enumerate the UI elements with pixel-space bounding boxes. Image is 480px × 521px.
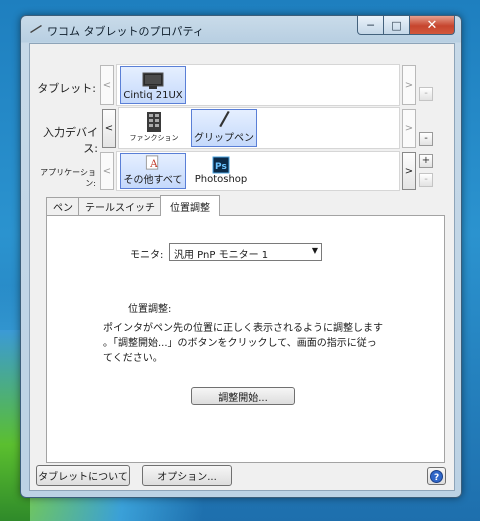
- close-button[interactable]: ✕: [410, 16, 455, 35]
- input-device-remove-button[interactable]: -: [419, 132, 433, 146]
- instruction-line: てください。: [103, 353, 163, 364]
- all-apps-icon: A: [145, 155, 159, 170]
- start-calibration-button[interactable]: 調整開始...: [191, 387, 295, 405]
- photoshop-icon: Ps: [212, 156, 230, 174]
- input-device-next-button[interactable]: >: [402, 109, 416, 148]
- application-strip: A その他すべて Ps Photoshop: [116, 151, 400, 191]
- input-device-prev-button[interactable]: <: [102, 109, 116, 148]
- minimize-icon: ─: [367, 18, 374, 32]
- tab-label: テールスイッチ: [85, 203, 155, 214]
- tablet-remove-button[interactable]: -: [419, 87, 433, 101]
- instruction-line: 。「調整開始...」のボタンをクリックして、画面の指示に従っ: [103, 338, 377, 349]
- svg-text:Ps: Ps: [215, 162, 227, 172]
- monitor-label: モニタ:: [130, 250, 164, 261]
- application-item-photoshop[interactable]: Ps Photoshop: [189, 153, 253, 187]
- chevron-down-icon: ▼: [311, 246, 318, 255]
- chevron-right-icon: >: [404, 123, 414, 134]
- tab-calibration[interactable]: 位置調整: [160, 195, 220, 216]
- tablet-prev-button[interactable]: <: [100, 65, 114, 105]
- maximize-button[interactable]: □: [384, 16, 410, 35]
- input-device-item-label: ファンクション: [129, 134, 179, 142]
- input-device-item-function[interactable]: ファンクション: [122, 109, 186, 145]
- application-remove-button[interactable]: -: [419, 173, 433, 187]
- chevron-left-icon: <: [104, 123, 114, 134]
- pen-icon: [219, 110, 230, 128]
- tablet-item-cintiq[interactable]: Cintiq 21UX: [120, 66, 186, 104]
- tablet-next-button[interactable]: >: [402, 65, 416, 105]
- minus-icon: -: [424, 174, 428, 185]
- chevron-right-icon: >: [404, 165, 414, 177]
- application-add-button[interactable]: +: [419, 154, 433, 168]
- maximize-icon: □: [391, 18, 402, 32]
- title-bar[interactable]: ワコム タブレットのプロパティ ─ □ ✕: [21, 16, 461, 42]
- application-item-label: その他すべて: [123, 175, 183, 186]
- svg-text:?: ?: [434, 473, 439, 483]
- calibration-instructions: ポインタがペン先の位置に正しく表示されるように調整します 。「調整開始...」の…: [103, 321, 403, 366]
- application-label: アプリケーション:: [40, 168, 96, 188]
- tab-label: ペン: [53, 203, 73, 214]
- about-tablet-button[interactable]: タブレットについて: [36, 465, 130, 486]
- function-keys-icon: [147, 112, 161, 132]
- application-prev-button[interactable]: <: [100, 152, 114, 190]
- minimize-button[interactable]: ─: [357, 16, 384, 35]
- tablet-monitor-icon: [142, 72, 164, 89]
- tab-label: 位置調整: [170, 202, 210, 214]
- tab-tail-switch[interactable]: テールスイッチ: [78, 197, 162, 215]
- help-button[interactable]: ?: [427, 467, 446, 485]
- input-device-item-label: グリップペン: [194, 133, 254, 144]
- input-device-item-grip-pen[interactable]: グリップペン: [191, 109, 257, 147]
- options-button[interactable]: オプション...: [142, 465, 232, 486]
- application-item-all-others[interactable]: A その他すべて: [120, 153, 186, 189]
- monitor-select[interactable]: 汎用 PnP モニター 1 ▼: [169, 243, 322, 261]
- chevron-left-icon: <: [102, 165, 112, 177]
- minus-icon: -: [424, 88, 428, 99]
- application-item-label: Photoshop: [194, 174, 248, 185]
- start-calibration-label: 調整開始...: [218, 392, 268, 404]
- options-label: オプション...: [157, 472, 217, 483]
- chevron-left-icon: <: [102, 79, 112, 91]
- svg-text:A: A: [149, 158, 158, 170]
- client-area: タブレット: < Cintiq 21UX > - 入力デバイス: < ファンクシ…: [29, 43, 455, 491]
- tablet-strip: Cintiq 21UX: [116, 64, 400, 106]
- plus-icon: +: [421, 155, 431, 166]
- help-icon: ?: [430, 469, 443, 483]
- tab-pen[interactable]: ペン: [46, 197, 80, 215]
- tablet-label: タブレット:: [37, 82, 96, 95]
- close-icon: ✕: [426, 17, 438, 33]
- instruction-line: ポインタがペン先の位置に正しく表示されるように調整します: [103, 323, 383, 334]
- input-device-label: 入力デバイス:: [43, 126, 98, 155]
- monitor-select-value: 汎用 PnP モニター 1: [174, 250, 269, 261]
- input-device-strip: ファンクション グリップペン: [118, 107, 400, 149]
- minus-icon: -: [424, 133, 428, 144]
- chevron-right-icon: >: [404, 79, 414, 91]
- pen-app-icon: [30, 25, 42, 33]
- window-title: ワコム タブレットのプロパティ: [47, 25, 204, 38]
- calibration-heading: 位置調整:: [128, 304, 172, 315]
- application-next-button[interactable]: >: [402, 152, 416, 190]
- about-tablet-label: タブレットについて: [38, 472, 128, 483]
- tablet-item-label: Cintiq 21UX: [123, 90, 183, 101]
- properties-window: ワコム タブレットのプロパティ ─ □ ✕ タブレット: < Cintiq 21…: [20, 15, 462, 498]
